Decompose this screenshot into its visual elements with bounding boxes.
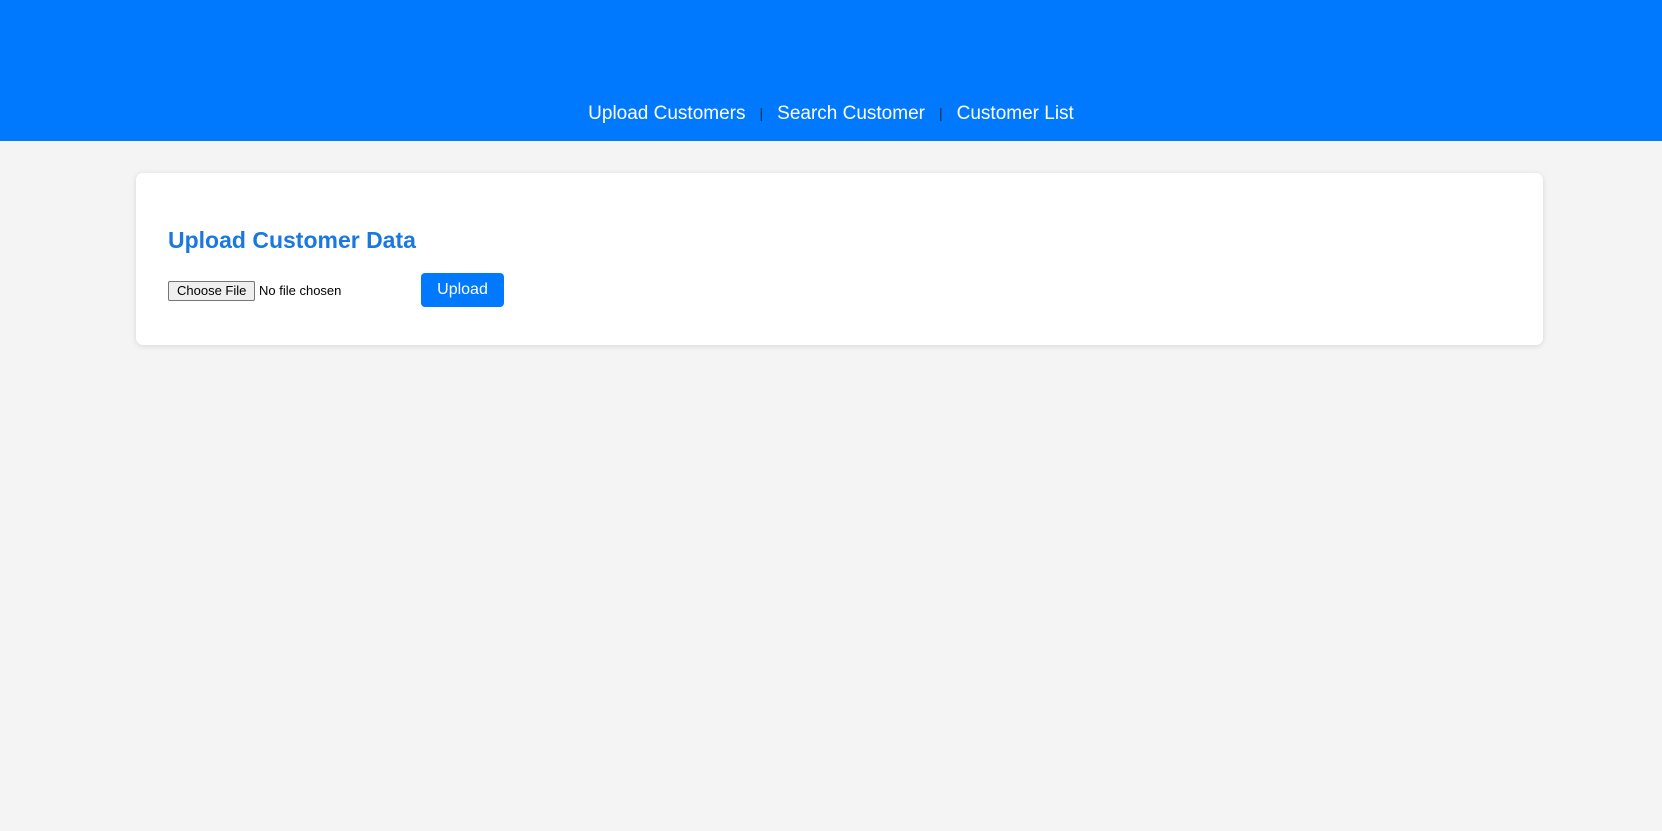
file-status-text: No file chosen (259, 283, 342, 298)
main-nav: Upload Customers | Search Customer | Custome… (0, 101, 1662, 126)
upload-form: Choose File No file chosen Upload (168, 273, 768, 307)
upload-card: Upload Customer Data Choose File No file… (136, 173, 1543, 345)
nav-upload-customers[interactable]: Upload Customers (588, 103, 745, 124)
nav-search-customer[interactable]: Search Customer (777, 103, 925, 124)
nav-separator: | (759, 105, 764, 121)
top-header: Upload Customers | Search Customer | Custome… (0, 0, 1662, 141)
choose-file-button[interactable]: Choose File (168, 281, 256, 301)
upload-button[interactable]: Upload (421, 273, 504, 307)
nav-separator: | (938, 105, 943, 121)
upload-card-title: Upload Customer Data (168, 227, 416, 253)
nav-customer-list[interactable]: Customer List (957, 103, 1074, 124)
